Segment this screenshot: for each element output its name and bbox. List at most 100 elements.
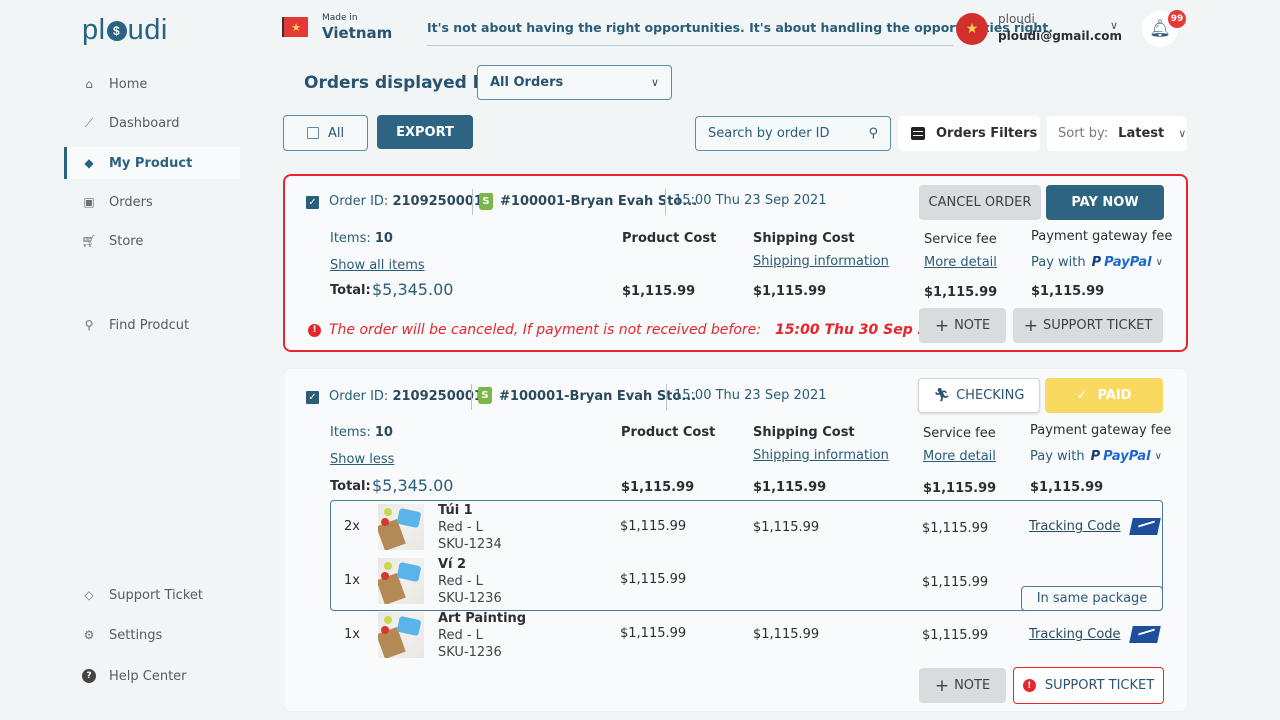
paypal-icon: P	[1090, 449, 1101, 464]
cart-icon: 🛒︎	[81, 234, 97, 248]
chevron-down-icon: ∨	[1155, 257, 1163, 268]
add-support-ticket-button[interactable]: + SUPPORT TICKET	[1013, 308, 1163, 343]
avatar[interactable]: ★	[956, 13, 988, 45]
sidebar-item-help-center[interactable]: ? Help Center	[64, 660, 240, 692]
line-service-fee: $1,115.99	[922, 521, 989, 536]
checking-status-button[interactable]: 🏃︎ CHECKING	[918, 378, 1040, 413]
product-name: Túi 1	[438, 503, 473, 518]
shipping-information-link[interactable]: Shipping information	[753, 448, 889, 463]
sidebar-item-orders[interactable]: ▣ Orders	[64, 186, 240, 218]
note-label: NOTE	[954, 318, 991, 333]
sidebar-item-settings[interactable]: ⚙ Settings	[64, 619, 240, 651]
payment-method-select[interactable]: Pay with P PayPal ∨	[1030, 449, 1162, 464]
order-date: 15:00 Thu 23 Sep 2021	[674, 193, 827, 208]
shopify-icon: S	[478, 387, 492, 404]
logo-text-right: udi	[127, 14, 168, 46]
order-date: 15:00 Thu 23 Sep 2021	[674, 388, 827, 403]
shipping-cost-value: $1,115.99	[753, 480, 827, 495]
made-in-label: Made in	[322, 13, 358, 23]
alert-icon: !	[1022, 679, 1036, 692]
service-fee-value: $1,115.99	[923, 481, 997, 496]
add-note-button[interactable]: + NOTE	[919, 668, 1006, 703]
alert-icon: !	[308, 323, 321, 337]
shipping-information-link[interactable]: Shipping information	[753, 254, 889, 269]
running-person-icon: 🏃︎	[933, 388, 951, 403]
gateway-fee-value: $1,115.99	[1031, 284, 1105, 299]
product-thumbnail[interactable]	[378, 558, 424, 604]
shipping-cost-header: Shipping Cost	[753, 231, 855, 246]
more-detail-link[interactable]: More detail	[924, 255, 997, 270]
pay-with-label: Pay with	[1031, 255, 1086, 270]
export-button[interactable]: EXPORT	[377, 115, 473, 149]
tracking-code-label: Tracking Code	[1029, 627, 1121, 642]
total-value: $5,345.00	[372, 476, 454, 495]
tracking-code-link[interactable]: Tracking Code	[1029, 626, 1161, 643]
service-fee-header: Service fee	[924, 232, 997, 247]
paypal-icon: P	[1091, 255, 1102, 270]
product-thumbnail[interactable]	[378, 612, 424, 658]
sidebar-item-dashboard[interactable]: ⟋ Dashboard	[64, 107, 240, 139]
chevron-down-icon: ∨	[1154, 451, 1162, 462]
line-item-qty: 1x	[344, 573, 360, 588]
sidebar-item-home[interactable]: ⌂ Home	[64, 68, 240, 100]
notification-badge: 99	[1168, 10, 1186, 28]
chart-icon: ⟋	[84, 115, 94, 130]
order-checkbox[interactable]: ✓	[306, 391, 319, 404]
shopify-icon: S	[479, 193, 493, 210]
more-detail-link[interactable]: More detail	[923, 449, 996, 464]
orders-filters-button[interactable]: Orders Filters	[898, 116, 1040, 151]
support-ticket-label: SUPPORT TICKET	[1044, 678, 1155, 693]
line-shipping-cost: $1,115.99	[753, 520, 820, 535]
tag-icon: ◆	[84, 156, 94, 170]
show-less-link[interactable]: Show less	[330, 452, 394, 467]
paid-status-button[interactable]: ✓ PAID	[1045, 378, 1163, 413]
sidebar-item-find-product[interactable]: ⚲ Find Prodcut	[64, 309, 240, 341]
gateway-fee-header: Payment gateway fee	[1030, 423, 1172, 438]
sidebar-item-my-product[interactable]: ◆ My Product	[64, 147, 240, 179]
product-sku: SKU-1236	[438, 645, 502, 660]
add-note-button[interactable]: + NOTE	[919, 308, 1006, 343]
sort-dropdown[interactable]: Sort by: Latest ∨	[1047, 116, 1187, 151]
sidebar-item-label: Help Center	[109, 668, 187, 684]
paid-label: PAID	[1097, 388, 1132, 403]
search-icon: ⚲	[84, 318, 94, 332]
pay-now-button[interactable]: PAY NOW	[1046, 185, 1164, 220]
service-fee-value: $1,115.99	[924, 285, 998, 300]
line-product-cost: $1,115.99	[620, 572, 687, 587]
payment-method-select[interactable]: Pay with P PayPal ∨	[1031, 255, 1163, 270]
order-checkbox[interactable]: ✓	[306, 196, 319, 209]
select-all-button[interactable]: All	[283, 115, 368, 151]
store-name[interactable]: #100001-Bryan Evah Sto...	[500, 194, 697, 209]
search-input[interactable]: Search by order ID ⚲	[695, 116, 891, 151]
orders-display-select[interactable]: All Orders ∨	[477, 65, 672, 100]
support-ticket-button[interactable]: ! SUPPORT TICKET	[1013, 667, 1164, 704]
show-all-items-link[interactable]: Show all items	[330, 258, 425, 273]
logo-text-left: pl	[82, 14, 106, 46]
order-id-label: Order ID:	[329, 194, 389, 209]
tracking-code-link[interactable]: Tracking Code	[1029, 518, 1161, 535]
search-icon[interactable]: ⚲	[868, 126, 878, 141]
cancel-order-button[interactable]: CANCEL ORDER	[919, 185, 1041, 220]
line-item-qty: 2x	[344, 519, 360, 534]
items-value: 10	[374, 231, 393, 246]
chevron-down-icon[interactable]: ∨	[1110, 19, 1118, 32]
divider	[471, 384, 472, 410]
product-cost-header: Product Cost	[622, 231, 717, 246]
order-id: Order ID: 2109250001	[329, 389, 483, 404]
sidebar-item-store[interactable]: 🛒︎ Store	[64, 225, 240, 257]
ploudi-logo[interactable]: pl $ udi	[82, 14, 168, 47]
home-icon: ⌂	[85, 77, 93, 91]
order-id: Order ID: 2109250001	[329, 194, 483, 209]
order-id-value: 2109250001	[392, 194, 483, 209]
sidebar-item-support-ticket[interactable]: ◇ Support Ticket	[64, 579, 240, 611]
product-cost-value: $1,115.99	[621, 480, 695, 495]
user-name: ploudi	[998, 12, 1035, 26]
sidebar-item-label: Orders	[109, 194, 153, 210]
line-service-fee: $1,115.99	[922, 628, 989, 643]
usps-icon	[1128, 626, 1161, 643]
checkbox-icon	[306, 127, 319, 139]
gateway-fee-header: Payment gateway fee	[1031, 229, 1173, 244]
product-thumbnail[interactable]	[378, 504, 424, 550]
sort-label: Sort by:	[1058, 126, 1109, 141]
paypal-label: PayPal	[1104, 255, 1152, 270]
